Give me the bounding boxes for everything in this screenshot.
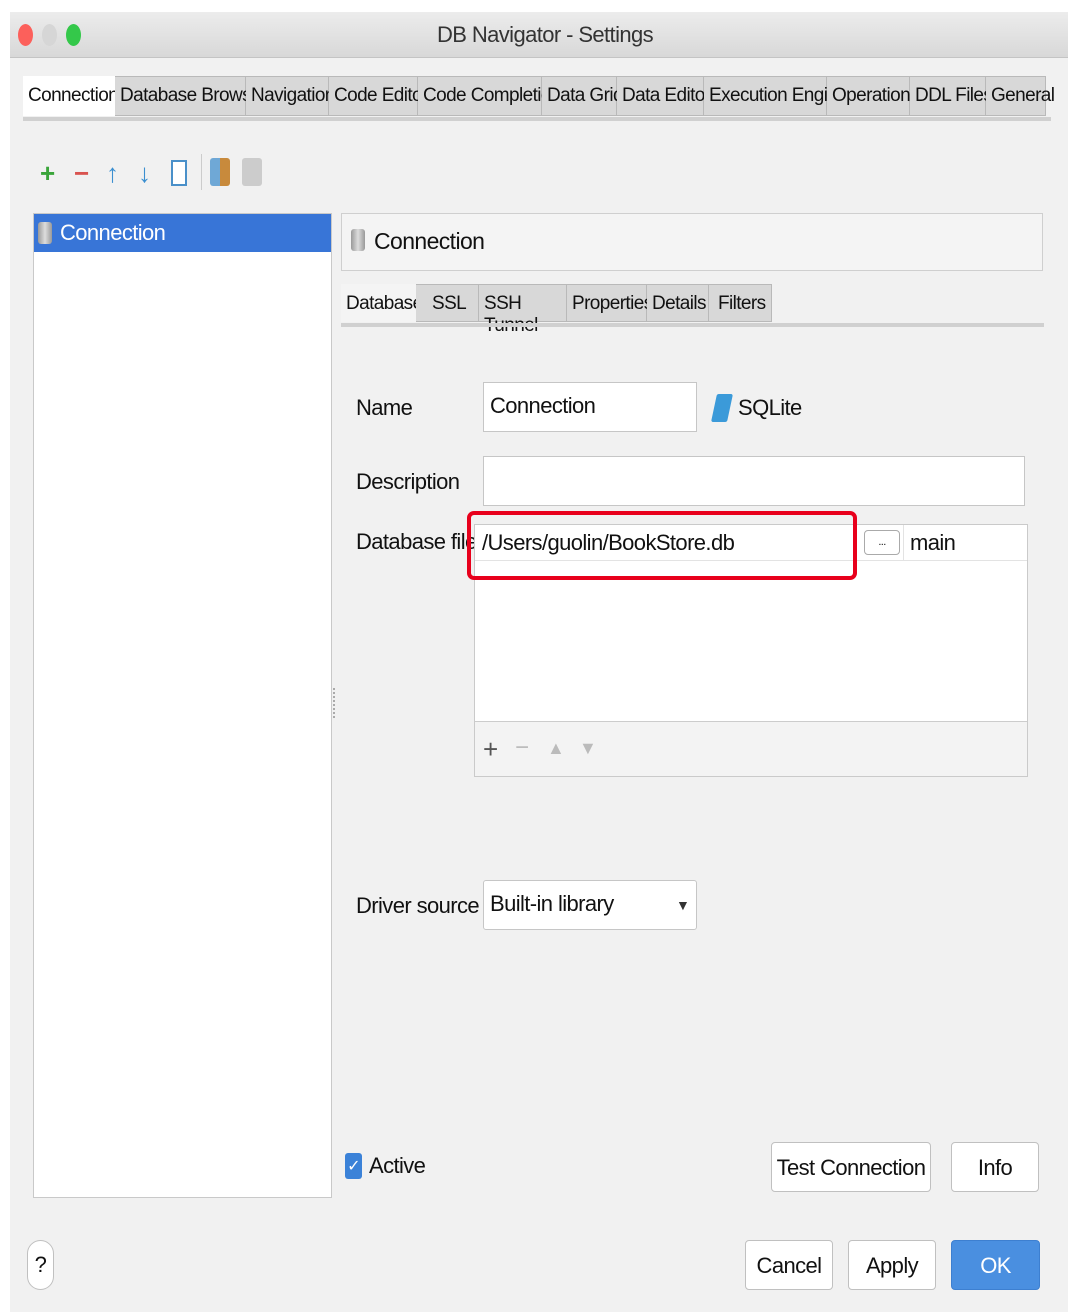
cancel-button[interactable]: Cancel [745, 1240, 833, 1290]
tab-operations[interactable]: Operations [827, 76, 920, 116]
description-label: Description [356, 469, 460, 494]
window-title: DB Navigator - Settings [436, 22, 654, 47]
tab-code-completion[interactable]: Code Completion [418, 76, 561, 116]
chevron-down-icon: ▼ [676, 897, 690, 913]
copy-icon[interactable] [171, 160, 187, 186]
tab-divider [23, 117, 1051, 121]
help-button[interactable]: ? [27, 1240, 54, 1290]
subtab-properties[interactable]: Properties [567, 284, 653, 322]
column-divider [903, 525, 904, 560]
connection-header-title: Connection [374, 228, 485, 254]
active-checkbox[interactable]: ✓ [345, 1153, 362, 1179]
tab-execution-engine[interactable]: Execution Engine [704, 76, 848, 116]
apply-button[interactable]: Apply [848, 1240, 936, 1290]
name-label: Name [356, 395, 413, 420]
tab-ddl-files[interactable]: DDL Files [910, 76, 993, 116]
move-up-icon[interactable]: ↑ [106, 158, 119, 189]
database-connection-icon [351, 229, 365, 251]
tab-data-editor[interactable]: Data Editor [617, 76, 711, 116]
info-button[interactable]: Info [951, 1142, 1039, 1192]
move-down-icon[interactable]: ↓ [138, 158, 151, 189]
move-file-down-icon: ▼ [579, 738, 597, 758]
name-input[interactable]: Connection [483, 382, 697, 432]
subtab-details[interactable]: Details [647, 284, 709, 322]
paste-disabled-icon [242, 158, 262, 186]
add-icon[interactable]: + [40, 158, 55, 189]
driver-source-value: Built-in library [490, 891, 614, 916]
tab-navigation[interactable]: Navigation [246, 76, 335, 116]
remove-file-icon: − [515, 734, 529, 761]
tree-item-label: Connection [60, 220, 166, 245]
test-connection-button[interactable]: Test Connection [771, 1142, 931, 1192]
tree-item-connection[interactable]: Connection [34, 214, 331, 252]
driver-source-select[interactable]: Built-in library [483, 880, 697, 930]
highlight-box [467, 511, 857, 580]
subtab-divider [341, 323, 1044, 327]
tab-code-editor[interactable]: Code Editor [329, 76, 428, 116]
subtab-database[interactable]: Database [341, 284, 423, 322]
subtab-ssl[interactable]: SSL [416, 284, 479, 322]
connection-header: Connection [341, 213, 1043, 271]
tab-data-grid[interactable]: Data Grid [542, 76, 624, 116]
subtab-filters[interactable]: Filters [709, 284, 772, 322]
database-type-label: SQLite [738, 395, 802, 420]
tab-general[interactable]: General [986, 76, 1055, 116]
browse-button[interactable]: ... [864, 530, 900, 555]
settings-tabs: Connections Database Browser Navigation … [23, 76, 1055, 116]
tab-connections[interactable]: Connections [23, 76, 128, 116]
connection-subtabs: Database SSL SSH Tunnel Properties Detai… [341, 284, 772, 336]
connection-tree[interactable] [33, 213, 332, 1198]
ok-button[interactable]: OK [951, 1240, 1040, 1290]
splitter-handle[interactable] [333, 688, 337, 718]
description-input[interactable] [483, 456, 1025, 506]
paste-icon[interactable] [210, 158, 230, 186]
toolbar-separator [201, 154, 202, 190]
subtab-ssh-tunnel[interactable]: SSH Tunnel [479, 284, 567, 336]
driver-source-label: Driver source [356, 893, 480, 918]
active-label: Active [369, 1153, 426, 1178]
database-connection-icon [38, 222, 52, 244]
add-file-icon[interactable]: + [483, 734, 498, 765]
move-file-up-icon: ▲ [547, 738, 565, 758]
schema-cell[interactable]: main [910, 530, 956, 556]
remove-icon[interactable]: − [74, 158, 89, 189]
tab-database-browser[interactable]: Database Browser [115, 76, 267, 116]
